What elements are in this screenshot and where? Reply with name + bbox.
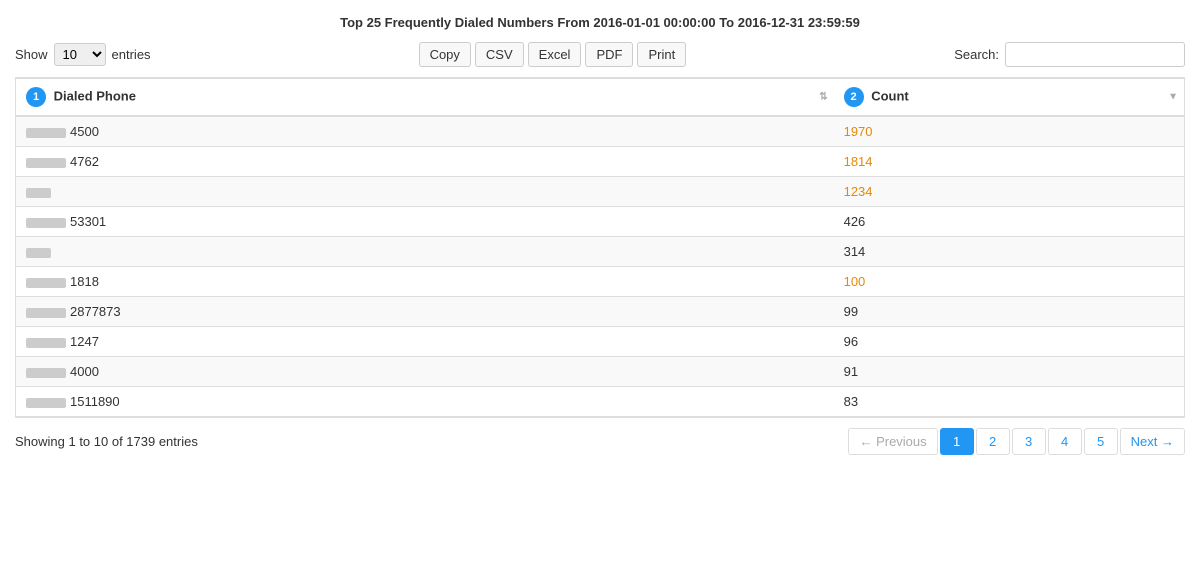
count-cell: 99 xyxy=(834,297,1184,327)
next-button[interactable]: Next → xyxy=(1120,428,1185,455)
redacted-block xyxy=(26,128,66,138)
page-3-button[interactable]: 3 xyxy=(1012,428,1046,455)
col-count-label: Count xyxy=(871,88,909,103)
phone-suffix: 2877873 xyxy=(70,304,121,319)
count-cell: 83 xyxy=(834,387,1184,417)
search-input[interactable] xyxy=(1005,42,1185,67)
entries-select[interactable]: 10 25 50 100 xyxy=(54,43,106,66)
table-row: 4000 91 xyxy=(16,357,1184,387)
redacted-block xyxy=(26,338,66,348)
col-phone-num: 1 xyxy=(26,87,46,107)
phone-suffix: 4762 xyxy=(70,154,99,169)
search-area: Search: xyxy=(954,42,1185,67)
count-cell: 1970 xyxy=(834,116,1184,147)
csv-button[interactable]: CSV xyxy=(475,42,524,67)
table-row: 2877873 99 xyxy=(16,297,1184,327)
data-table: 1 Dialed Phone ⇅ 2 Count ▼ 4500 1970 4762 1… xyxy=(16,78,1184,417)
print-button[interactable]: Print xyxy=(637,42,686,67)
table-row: 1818 100 xyxy=(16,267,1184,297)
phone-cell: 2877873 xyxy=(16,297,834,327)
col-phone-label: Dialed Phone xyxy=(54,88,136,103)
showing-text: Showing 1 to 10 of 1739 entries xyxy=(15,434,198,449)
excel-button[interactable]: Excel xyxy=(528,42,582,67)
table-row: 1234 xyxy=(16,177,1184,207)
count-cell: 314 xyxy=(834,237,1184,267)
pdf-button[interactable]: PDF xyxy=(585,42,633,67)
phone-cell: 1818 xyxy=(16,267,834,297)
page-title: Top 25 Frequently Dialed Numbers From 20… xyxy=(15,15,1185,30)
redacted-block xyxy=(26,308,66,318)
count-cell: 426 xyxy=(834,207,1184,237)
page-5-button[interactable]: 5 xyxy=(1084,428,1118,455)
redacted-block xyxy=(26,188,51,198)
col-phone-header[interactable]: 1 Dialed Phone ⇅ xyxy=(16,79,834,117)
count-cell: 96 xyxy=(834,327,1184,357)
phone-cell xyxy=(16,237,834,267)
table-row: 1511890 83 xyxy=(16,387,1184,417)
count-cell: 100 xyxy=(834,267,1184,297)
phone-cell: 4500 xyxy=(16,116,834,147)
table-row: 4500 1970 xyxy=(16,116,1184,147)
phone-cell: 53301 xyxy=(16,207,834,237)
table-row: 4762 1814 xyxy=(16,147,1184,177)
table-row: 314 xyxy=(16,237,1184,267)
footer-row: Showing 1 to 10 of 1739 entries ← Previo… xyxy=(15,428,1185,455)
prev-button[interactable]: ← Previous xyxy=(848,428,937,455)
phone-cell: 1511890 xyxy=(16,387,834,417)
table-body: 4500197047621814123453301426314181810028… xyxy=(16,116,1184,417)
export-buttons: Copy CSV Excel PDF Print xyxy=(419,42,687,67)
count-cell: 91 xyxy=(834,357,1184,387)
redacted-block xyxy=(26,278,66,288)
page-1-button[interactable]: 1 xyxy=(940,428,974,455)
table-container: 1 Dialed Phone ⇅ 2 Count ▼ 4500 1970 4762 1… xyxy=(15,77,1185,418)
phone-cell: 4000 xyxy=(16,357,834,387)
controls-row: Show 10 25 50 100 entries Copy CSV Excel… xyxy=(15,42,1185,67)
phone-cell: 4762 xyxy=(16,147,834,177)
phone-suffix: 1818 xyxy=(70,274,99,289)
col-count-header[interactable]: 2 Count ▼ xyxy=(834,79,1184,117)
phone-suffix: 4500 xyxy=(70,124,99,139)
phone-suffix: 1511890 xyxy=(70,394,120,409)
table-row: 1247 96 xyxy=(16,327,1184,357)
phone-suffix: 1247 xyxy=(70,334,99,349)
count-cell: 1234 xyxy=(834,177,1184,207)
col-count-num: 2 xyxy=(844,87,864,107)
redacted-block xyxy=(26,398,66,408)
page-4-button[interactable]: 4 xyxy=(1048,428,1082,455)
pagination: ← Previous 1 2 3 4 5 Next → xyxy=(848,428,1185,455)
show-label: Show xyxy=(15,47,48,62)
sort-phone-icon: ⇅ xyxy=(819,92,827,103)
search-label: Search: xyxy=(954,47,999,62)
phone-suffix: 53301 xyxy=(70,214,106,229)
phone-cell xyxy=(16,177,834,207)
page-2-button[interactable]: 2 xyxy=(976,428,1010,455)
show-entries: Show 10 25 50 100 entries xyxy=(15,43,151,66)
entries-label: entries xyxy=(112,47,151,62)
phone-cell: 1247 xyxy=(16,327,834,357)
redacted-block xyxy=(26,368,66,378)
redacted-block xyxy=(26,218,66,228)
phone-suffix: 4000 xyxy=(70,364,99,379)
count-cell: 1814 xyxy=(834,147,1184,177)
copy-button[interactable]: Copy xyxy=(419,42,471,67)
table-header-row: 1 Dialed Phone ⇅ 2 Count ▼ xyxy=(16,79,1184,117)
sort-count-icon: ▼ xyxy=(1168,92,1178,103)
redacted-block xyxy=(26,248,51,258)
redacted-block xyxy=(26,158,66,168)
table-row: 53301 426 xyxy=(16,207,1184,237)
